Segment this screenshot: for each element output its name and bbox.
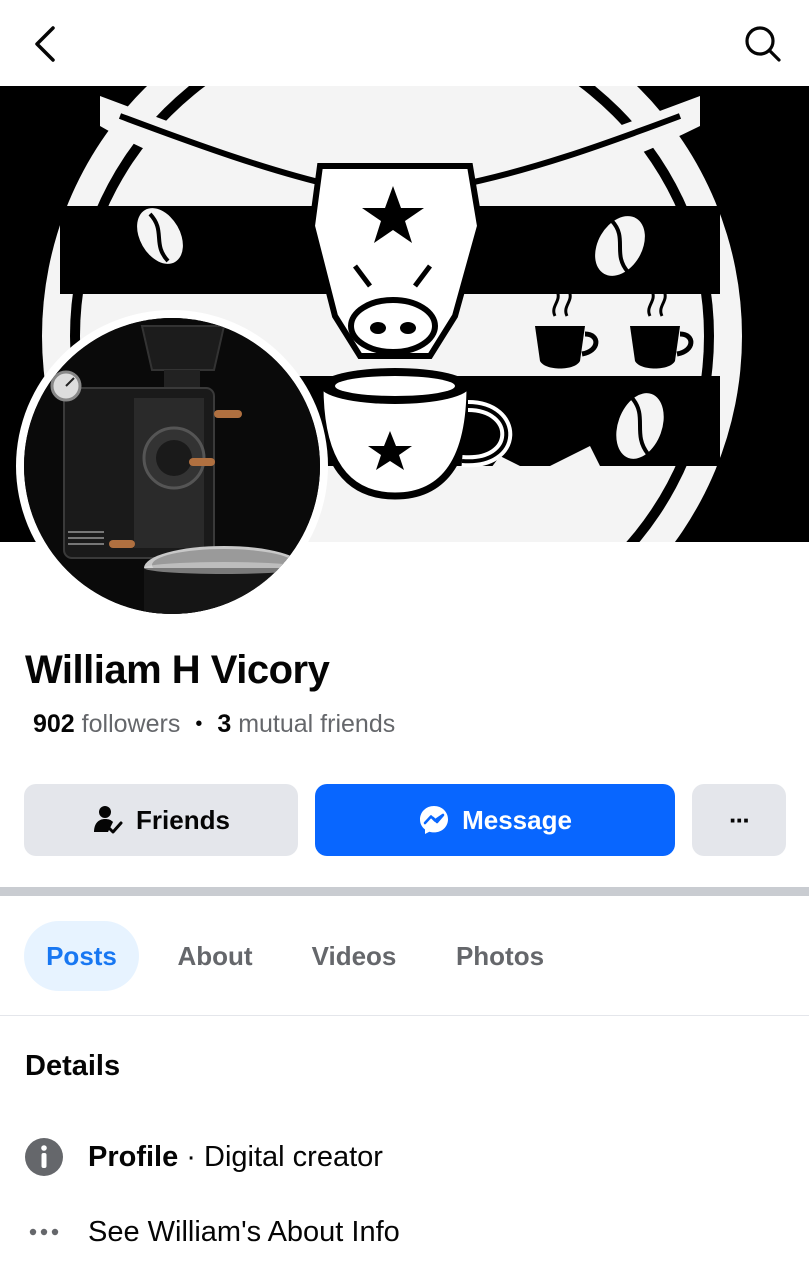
search-button[interactable] bbox=[739, 20, 787, 68]
messenger-icon bbox=[420, 806, 449, 834]
search-icon bbox=[745, 26, 781, 62]
profile-tabs: Posts About Videos Photos bbox=[0, 896, 809, 1016]
profile-type-separator: · bbox=[178, 1140, 205, 1173]
top-bar bbox=[0, 0, 809, 86]
message-button[interactable]: Message bbox=[315, 784, 675, 856]
tab-photos[interactable]: Photos bbox=[440, 921, 560, 991]
followers-count[interactable]: 902 bbox=[33, 710, 75, 739]
friend-check-icon bbox=[94, 806, 123, 834]
details-heading: Details bbox=[25, 1050, 121, 1082]
mutual-friends-count[interactable]: 3 bbox=[217, 710, 231, 739]
followers-label[interactable]: followers bbox=[82, 710, 181, 739]
profile-type-text: Profile · Digital creator bbox=[88, 1141, 383, 1174]
details-profile-row: Profile · Digital creator bbox=[0, 1132, 809, 1182]
more-dots-icon bbox=[24, 1212, 64, 1252]
tab-about[interactable]: About bbox=[160, 921, 270, 991]
chevron-left-icon bbox=[35, 26, 55, 62]
details-about-row[interactable]: See William's About Info bbox=[0, 1207, 809, 1257]
profile-type-value: Digital creator bbox=[204, 1140, 383, 1173]
back-button[interactable] bbox=[22, 20, 70, 68]
tab-posts[interactable]: Posts bbox=[24, 921, 139, 991]
stats-separator: • bbox=[195, 713, 203, 735]
profile-picture[interactable] bbox=[16, 310, 328, 622]
avatar bbox=[24, 318, 320, 614]
profile-type-label: Profile bbox=[88, 1140, 179, 1173]
friends-button-label: Friends bbox=[136, 804, 230, 835]
mutual-friends-label[interactable]: mutual friends bbox=[238, 710, 395, 739]
message-button-label: Message bbox=[462, 804, 572, 835]
see-about-info-link[interactable]: See William's About Info bbox=[88, 1216, 400, 1249]
info-icon bbox=[24, 1137, 64, 1177]
coffee-roaster-image bbox=[24, 318, 320, 614]
more-options-label: ··· bbox=[729, 804, 751, 835]
profile-stats: 902 followers • 3 mutual friends bbox=[33, 710, 395, 739]
section-divider bbox=[0, 887, 809, 896]
more-options-button[interactable]: ··· bbox=[692, 784, 786, 856]
friends-button[interactable]: Friends bbox=[24, 784, 298, 856]
profile-name: William H Vicory bbox=[25, 648, 330, 692]
tab-videos[interactable]: Videos bbox=[296, 921, 412, 991]
